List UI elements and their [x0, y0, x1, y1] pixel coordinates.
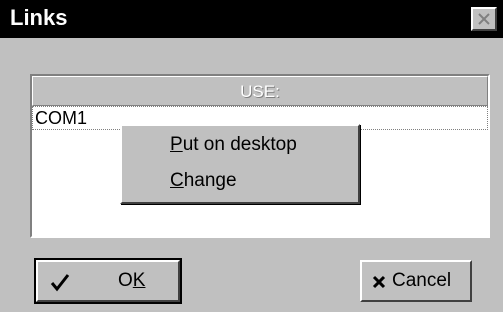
links-dialog: Links USE: COM1 Put on desktop Change OK…: [0, 0, 503, 312]
ok-label-accelerator: K: [132, 270, 146, 291]
ok-label-text: O: [118, 270, 133, 291]
column-header-label: USE:: [240, 82, 280, 101]
ok-button[interactable]: OK: [34, 258, 182, 304]
menu-item-change[interactable]: Change: [170, 170, 237, 192]
menu-item-accelerator: C: [170, 170, 184, 191]
title-bar[interactable]: Links: [0, 0, 503, 38]
list-item-label: COM1: [35, 108, 88, 128]
close-button[interactable]: [471, 7, 497, 31]
cancel-button[interactable]: Cancel: [360, 260, 472, 302]
cancel-button-label: Cancel: [392, 270, 452, 291]
menu-item-label: hange: [183, 170, 237, 191]
column-header-use[interactable]: USE:: [32, 76, 488, 106]
ok-button-label: OK: [118, 270, 145, 292]
menu-item-label: ut on desktop: [182, 134, 297, 155]
menu-item-accelerator: P: [170, 134, 183, 155]
window-title: Links: [10, 5, 68, 30]
menu-item-put-on-desktop[interactable]: Put on desktop: [170, 134, 297, 156]
check-icon: [50, 274, 70, 292]
context-menu: Put on desktop Change: [120, 124, 360, 204]
close-icon: [478, 13, 490, 25]
x-icon: [372, 275, 386, 289]
